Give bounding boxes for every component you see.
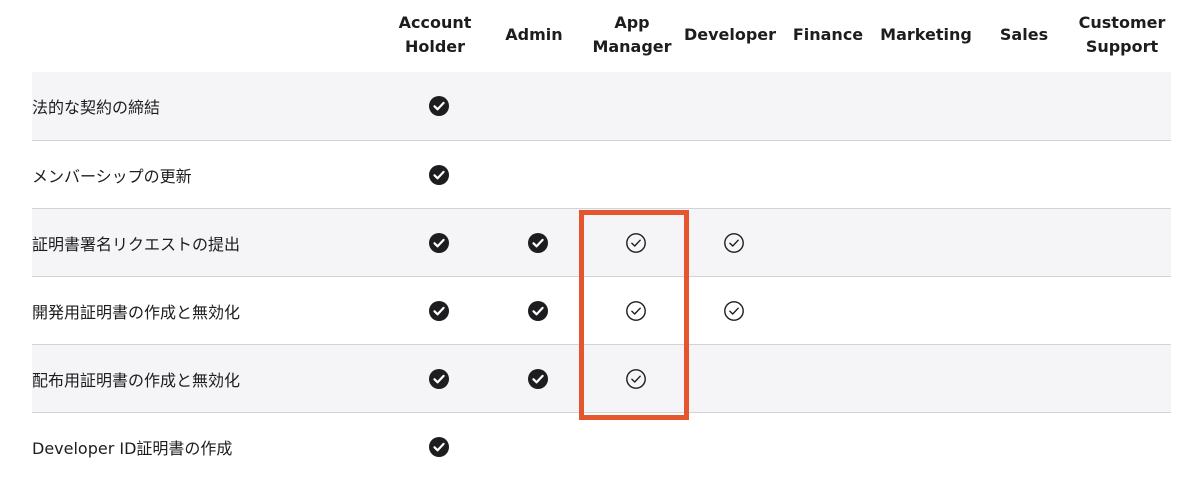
table-row: メンバーシップの更新	[32, 140, 1171, 208]
permissions-table-page: Account Holder Admin App Manager Developer F…	[0, 0, 1200, 478]
table-body: 法的な契約の締結メンバーシップの更新証明書署名リクエストの提出 開発用証明書の作成…	[32, 72, 1171, 478]
table-row: Developer ID証明書の作成	[32, 412, 1171, 478]
outline-check-circle-icon	[625, 300, 647, 322]
table-row: 証明書署名リクエストの提出	[32, 208, 1171, 276]
filled-check-circle-icon	[428, 164, 450, 186]
column-header-app-manager: App Manager	[592, 13, 672, 56]
column-header-admin: Admin	[505, 25, 563, 44]
column-header-sales: Sales	[999, 25, 1049, 44]
column-header-account-holder: Account Holder	[398, 13, 472, 56]
column-header-finance: Finance	[792, 25, 864, 44]
outline-check-circle-icon	[625, 368, 647, 390]
filled-check-circle-icon	[428, 232, 450, 254]
filled-check-circle-icon	[428, 300, 450, 322]
filled-check-circle-icon	[428, 436, 450, 458]
filled-check-circle-icon	[428, 368, 450, 390]
filled-check-circle-icon	[527, 232, 549, 254]
row-label: 配布用証明書の作成と無効化	[32, 370, 241, 390]
outline-check-circle-icon	[723, 232, 745, 254]
filled-check-circle-icon	[428, 95, 450, 117]
column-header-customer-support: Customer Support	[1078, 13, 1166, 56]
outline-check-circle-icon	[723, 300, 745, 322]
table-row: 配布用証明書の作成と無効化	[32, 344, 1171, 412]
row-label: 法的な契約の締結	[32, 98, 161, 117]
table-header: Account Holder Admin App Manager Developer F…	[0, 0, 1200, 72]
row-label: Developer ID証明書の作成	[32, 438, 233, 458]
row-label: 開発用証明書の作成と無効化	[32, 302, 241, 322]
table-row: 法的な契約の締結	[32, 72, 1171, 140]
column-header-marketing: Marketing	[880, 25, 972, 44]
table-row: 開発用証明書の作成と無効化	[32, 276, 1171, 344]
filled-check-circle-icon	[527, 368, 549, 390]
row-label: 証明書署名リクエストの提出	[32, 234, 241, 254]
outline-check-circle-icon	[625, 232, 647, 254]
column-header-developer: Developer	[683, 25, 777, 44]
row-label: メンバーシップの更新	[32, 166, 192, 186]
filled-check-circle-icon	[527, 300, 549, 322]
